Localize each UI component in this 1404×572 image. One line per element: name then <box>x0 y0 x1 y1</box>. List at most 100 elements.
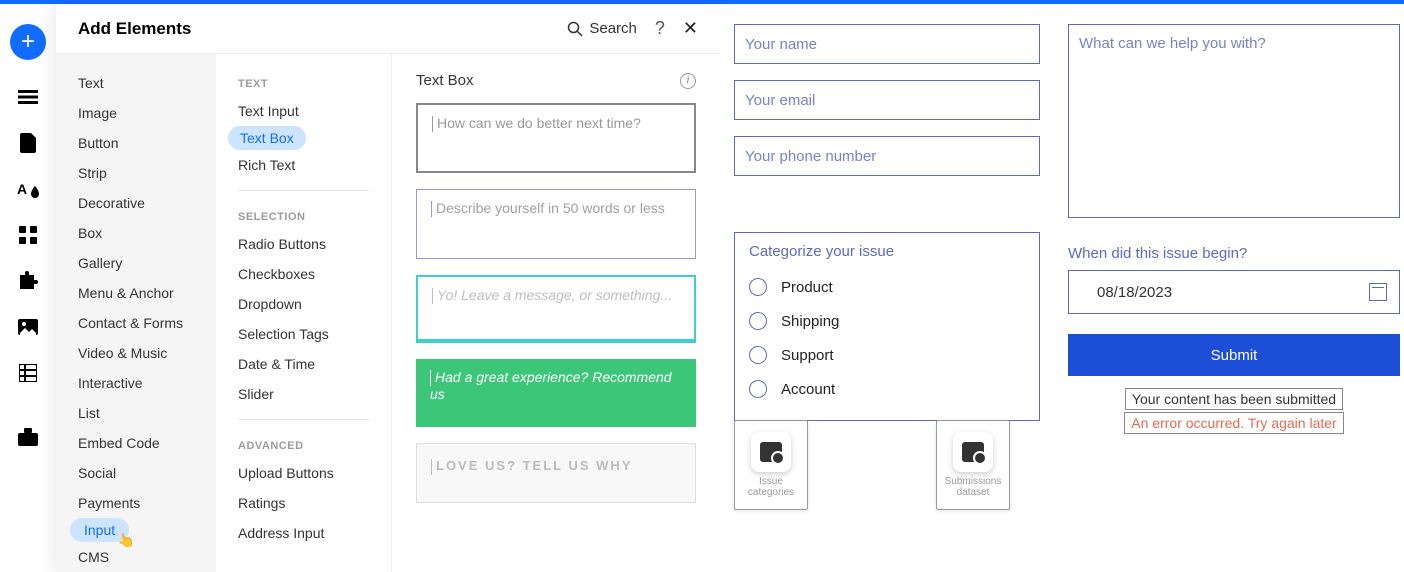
category-button[interactable]: Button <box>56 128 216 158</box>
section-selection-header: SELECTION <box>216 201 391 229</box>
dataset-label: dataset <box>957 487 990 498</box>
category-payments[interactable]: Payments <box>56 488 216 518</box>
sub-selection-tags[interactable]: Selection Tags <box>216 319 391 349</box>
sub-radio-buttons[interactable]: Radio Buttons <box>216 229 391 259</box>
submissions-dataset[interactable]: Submissionsdataset <box>936 420 1010 510</box>
date-label: When did this issue begin? <box>1068 245 1400 262</box>
submit-button[interactable]: Submit <box>1068 334 1400 376</box>
divider <box>238 190 369 191</box>
category-menu-anchor[interactable]: Menu & Anchor <box>56 278 216 308</box>
success-message: Your content has been submitted <box>1125 388 1343 410</box>
dataset-icon <box>962 442 984 462</box>
textbox-preview-3[interactable]: Yo! Leave a message, or something... <box>416 275 696 343</box>
category-gallery[interactable]: Gallery <box>56 248 216 278</box>
apps-icon[interactable] <box>17 226 39 244</box>
radio-support[interactable] <box>749 346 767 364</box>
sub-ratings[interactable]: Ratings <box>216 488 391 518</box>
sub-date-time[interactable]: Date & Time <box>216 349 391 379</box>
form-left-column: Categorize your issue Product Shipping S… <box>734 24 1040 421</box>
sub-slider[interactable]: Slider <box>216 379 391 409</box>
panel-body: Text Image Button Strip Decorative Box G… <box>56 54 720 572</box>
category-video-music[interactable]: Video & Music <box>56 338 216 368</box>
category-decorative[interactable]: Decorative <box>56 188 216 218</box>
search-label: Search <box>589 20 637 37</box>
category-input[interactable]: Input <box>70 518 129 542</box>
sub-rich-text[interactable]: Rich Text <box>216 150 391 180</box>
add-elements-button[interactable]: + <box>10 24 46 60</box>
radio-row: Support <box>749 338 1025 372</box>
sub-text-input[interactable]: Text Input <box>216 96 391 126</box>
form-right-column: When did this issue begin? 08/18/2023 Su… <box>1068 24 1400 434</box>
textbox-preview-2[interactable]: Describe yourself in 50 words or less <box>416 189 696 259</box>
category-embed-code[interactable]: Embed Code <box>56 428 216 458</box>
help-textarea[interactable] <box>1068 24 1400 218</box>
category-list: Text Image Button Strip Decorative Box G… <box>56 54 216 572</box>
plugins-icon[interactable] <box>17 272 39 290</box>
sections-icon[interactable] <box>17 88 39 106</box>
page-icon[interactable] <box>17 134 39 152</box>
categorize-title: Categorize your issue <box>749 243 1025 260</box>
category-list-elem[interactable]: List <box>56 398 216 428</box>
textbox-preview-2-label: Describe yourself in 50 words or less <box>436 200 665 216</box>
radio-product[interactable] <box>749 278 767 296</box>
categorize-issue-group: Categorize your issue Product Shipping S… <box>734 232 1040 421</box>
section-text-header: TEXT <box>216 68 391 96</box>
radio-row: Shipping <box>749 304 1025 338</box>
add-elements-panel: Add Elements Search ? ✕ Text Image Butto… <box>56 4 720 572</box>
radio-shipping[interactable] <box>749 312 767 330</box>
dataset-icon <box>760 442 782 462</box>
business-icon[interactable] <box>17 428 39 446</box>
issue-categories-dataset[interactable]: Issuecategories <box>734 420 808 510</box>
canvas-form-area: Categorize your issue Product Shipping S… <box>720 4 1404 572</box>
category-cms[interactable]: CMS <box>56 542 216 572</box>
category-strip[interactable]: Strip <box>56 158 216 188</box>
dataset-row: Issuecategories Submissionsdataset <box>734 420 1010 510</box>
media-icon[interactable] <box>17 318 39 336</box>
sub-upload-buttons[interactable]: Upload Buttons <box>216 458 391 488</box>
radio-product-label: Product <box>781 279 833 296</box>
textbox-preview-4[interactable]: Had a great experience? Recommend us <box>416 359 696 427</box>
phone-input[interactable] <box>734 136 1040 176</box>
name-input[interactable] <box>734 24 1040 64</box>
textbox-preview-5-label: LOVE US? TELL US WHY <box>436 458 633 473</box>
panel-search[interactable]: Search <box>567 20 637 37</box>
info-icon[interactable]: i <box>680 73 696 89</box>
help-button[interactable]: ? <box>655 18 665 39</box>
textbox-preview-5[interactable]: LOVE US? TELL US WHY <box>416 443 696 503</box>
radio-row: Product <box>749 270 1025 304</box>
category-image[interactable]: Image <box>56 98 216 128</box>
radio-account[interactable] <box>749 380 767 398</box>
search-icon <box>567 21 583 37</box>
subcategory-list: TEXT Text Input Text Box Rich Text SELEC… <box>216 54 392 572</box>
dataset-label: Submissions <box>945 476 1002 487</box>
error-message: An error occurred. Try again later <box>1124 412 1343 434</box>
category-interactive[interactable]: Interactive <box>56 368 216 398</box>
section-advanced-header: ADVANCED <box>216 430 391 458</box>
textbox-preview-1[interactable]: How can we do better next time? <box>416 103 696 173</box>
editor-left-rail: + A <box>0 4 56 572</box>
radio-support-label: Support <box>781 347 834 364</box>
preview-title: Text Box <box>416 72 474 89</box>
date-input[interactable]: 08/18/2023 <box>1068 270 1400 314</box>
email-input[interactable] <box>734 80 1040 120</box>
close-button[interactable]: ✕ <box>683 18 698 39</box>
sub-text-box[interactable]: Text Box <box>228 126 306 150</box>
calendar-icon <box>1369 283 1387 301</box>
sub-address-input[interactable]: Address Input <box>216 518 391 548</box>
radio-row: Account <box>749 372 1025 406</box>
svg-text:A: A <box>17 181 27 197</box>
sub-dropdown[interactable]: Dropdown <box>216 289 391 319</box>
category-social[interactable]: Social <box>56 458 216 488</box>
dataset-label: Issue <box>759 476 783 487</box>
divider <box>238 419 369 420</box>
radio-shipping-label: Shipping <box>781 313 839 330</box>
category-box[interactable]: Box <box>56 218 216 248</box>
data-icon[interactable] <box>17 364 39 382</box>
dataset-label: categories <box>748 487 794 498</box>
preview-column: Text Box i How can we do better next tim… <box>392 54 720 572</box>
textbox-preview-3-label: Yo! Leave a message, or something... <box>437 287 672 303</box>
sub-checkboxes[interactable]: Checkboxes <box>216 259 391 289</box>
category-contact-forms[interactable]: Contact & Forms <box>56 308 216 338</box>
category-text[interactable]: Text <box>56 68 216 98</box>
theme-icon[interactable]: A <box>17 180 39 198</box>
